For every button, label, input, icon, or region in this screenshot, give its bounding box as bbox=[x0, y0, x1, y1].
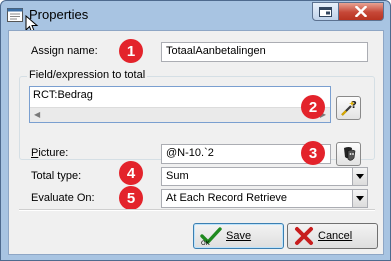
callout-badge-4: 4 bbox=[119, 161, 143, 185]
restore-button[interactable] bbox=[312, 2, 339, 21]
dropdown-arrow-icon bbox=[356, 196, 364, 201]
callout-badge-3: 3 bbox=[301, 141, 325, 165]
assign-name-label: Assign name: bbox=[31, 45, 98, 57]
close-button[interactable] bbox=[338, 2, 384, 21]
total-type-select[interactable]: Sum bbox=[161, 167, 368, 186]
callout-badge-2: 2 bbox=[301, 95, 325, 119]
assign-name-input[interactable]: TotaalAanbetalingen bbox=[161, 42, 368, 62]
evaluate-on-dropdown-button[interactable] bbox=[352, 190, 367, 207]
svg-text:OK: OK bbox=[201, 240, 211, 246]
mask-icon bbox=[343, 147, 355, 161]
cancel-button[interactable]: Cancel bbox=[287, 223, 378, 249]
divider bbox=[19, 209, 375, 211]
magic-wand-icon: ? bbox=[340, 100, 357, 116]
expression-group-title: Field/expression to total bbox=[27, 69, 148, 81]
cancel-button-label: Cancel bbox=[318, 230, 353, 242]
total-type-value: Sum bbox=[166, 170, 189, 182]
total-type-dropdown-button[interactable] bbox=[352, 168, 367, 185]
restore-icon bbox=[319, 6, 332, 17]
expression-scrollbar[interactable]: ◀ ▶ bbox=[30, 107, 330, 122]
evaluate-on-select[interactable]: At Each Record Retrieve bbox=[161, 189, 368, 208]
picture-label: P@N-10.`2icture: bbox=[31, 147, 69, 159]
dialog-body: Assign name: TotaalAanbetalingen 1 Field… bbox=[8, 30, 384, 255]
app-icon bbox=[7, 8, 23, 22]
expression-builder-button[interactable]: ? bbox=[336, 96, 361, 120]
cancel-x-icon bbox=[295, 227, 313, 245]
expression-text: RCT:Bedrag bbox=[33, 89, 93, 101]
save-button[interactable]: OK Save bbox=[193, 223, 284, 249]
callout-badge-5: 5 bbox=[119, 186, 143, 210]
save-button-label: Save bbox=[226, 230, 252, 242]
properties-window: Properties Assign name: TotaalAanbetalin… bbox=[0, 0, 391, 261]
checkmark-icon: OK bbox=[200, 227, 222, 246]
close-icon bbox=[355, 6, 367, 17]
expression-input[interactable]: RCT:Bedrag ◀ ▶ bbox=[29, 86, 331, 123]
evaluate-on-value: At Each Record Retrieve bbox=[166, 192, 288, 204]
callout-badge-1: 1 bbox=[119, 39, 143, 63]
title-bar[interactable]: Properties bbox=[1, 1, 390, 34]
picture-lookup-button[interactable] bbox=[336, 142, 361, 166]
total-type-label: Total type: bbox=[31, 170, 82, 182]
dropdown-arrow-icon bbox=[356, 174, 364, 179]
evaluate-on-label: Evaluate On: bbox=[31, 192, 95, 204]
scroll-left-arrow[interactable]: ◀ bbox=[34, 110, 40, 119]
